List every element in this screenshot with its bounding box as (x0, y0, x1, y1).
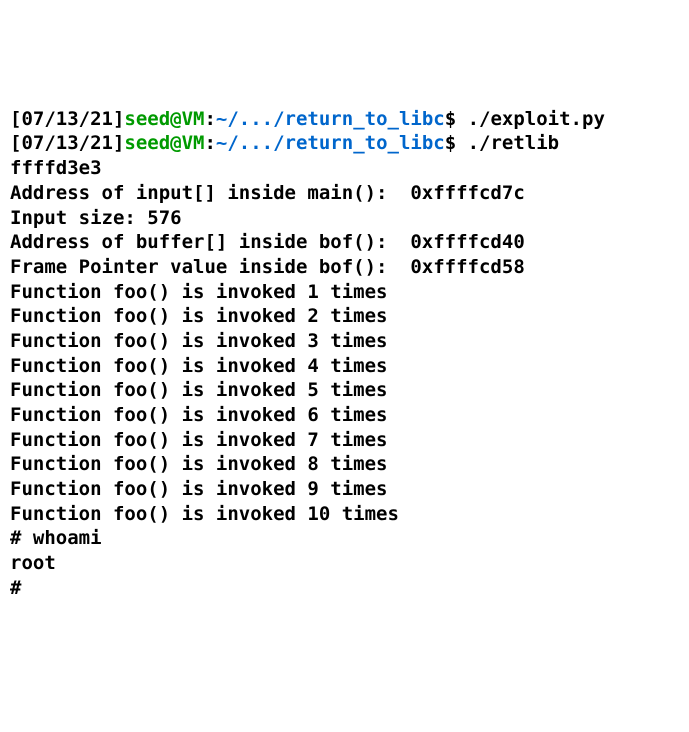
terminal-line: Function foo() is invoked 10 times (10, 502, 679, 527)
output-text: Function foo() is invoked 5 times (10, 379, 388, 401)
terminal-line: # whoami (10, 526, 679, 551)
terminal-line: root (10, 551, 679, 576)
terminal-output[interactable]: [07/13/21]seed@VM:~/.../return_to_libc$ … (10, 107, 679, 601)
output-text: Address of input[] inside main(): 0xffff… (10, 182, 525, 204)
terminal-line: Address of input[] inside main(): 0xffff… (10, 181, 679, 206)
prompt-symbol: $ (445, 108, 456, 130)
terminal-line: [07/13/21]seed@VM:~/.../return_to_libc$ … (10, 131, 679, 156)
terminal-line: Function foo() is invoked 3 times (10, 329, 679, 354)
output-text: Function foo() is invoked 10 times (10, 503, 399, 525)
output-text: root (10, 552, 56, 574)
timestamp: [07/13/21] (10, 132, 124, 154)
terminal-line: Function foo() is invoked 8 times (10, 452, 679, 477)
output-text: Function foo() is invoked 7 times (10, 429, 388, 451)
output-text: Function foo() is invoked 6 times (10, 404, 388, 426)
timestamp: [07/13/21] (10, 108, 124, 130)
cwd-path: ~/.../return_to_libc (216, 132, 445, 154)
output-text: Function foo() is invoked 9 times (10, 478, 388, 500)
user-host: seed@VM (124, 108, 204, 130)
terminal-line: # (10, 576, 679, 601)
terminal-line: [07/13/21]seed@VM:~/.../return_to_libc$ … (10, 107, 679, 132)
command-text: ./exploit.py (468, 108, 605, 130)
terminal-line: Function foo() is invoked 1 times (10, 280, 679, 305)
output-text: Function foo() is invoked 3 times (10, 330, 388, 352)
terminal-line: Function foo() is invoked 7 times (10, 428, 679, 453)
output-text: Function foo() is invoked 2 times (10, 305, 388, 327)
separator: : (204, 132, 215, 154)
terminal-line: Function foo() is invoked 2 times (10, 304, 679, 329)
command-text: ./retlib (468, 132, 560, 154)
output-text: Frame Pointer value inside bof(): 0xffff… (10, 256, 525, 278)
output-text: Input size: 576 (10, 207, 182, 229)
terminal-line: Frame Pointer value inside bof(): 0xffff… (10, 255, 679, 280)
terminal-line: ffffd3e3 (10, 156, 679, 181)
terminal-line: Function foo() is invoked 5 times (10, 378, 679, 403)
terminal-line: Input size: 576 (10, 206, 679, 231)
output-text: Function foo() is invoked 8 times (10, 453, 388, 475)
output-text: Address of buffer[] inside bof(): 0xffff… (10, 231, 525, 253)
terminal-line: Function foo() is invoked 4 times (10, 354, 679, 379)
prompt-symbol: $ (445, 132, 456, 154)
cwd-path: ~/.../return_to_libc (216, 108, 445, 130)
separator: : (204, 108, 215, 130)
output-text: # whoami (10, 527, 102, 549)
terminal-line: Function foo() is invoked 6 times (10, 403, 679, 428)
output-text: ffffd3e3 (10, 157, 102, 179)
output-text: Function foo() is invoked 1 times (10, 281, 388, 303)
terminal-line: Address of buffer[] inside bof(): 0xffff… (10, 230, 679, 255)
user-host: seed@VM (124, 132, 204, 154)
output-text: Function foo() is invoked 4 times (10, 355, 388, 377)
terminal-line: Function foo() is invoked 9 times (10, 477, 679, 502)
output-text: # (10, 577, 33, 599)
